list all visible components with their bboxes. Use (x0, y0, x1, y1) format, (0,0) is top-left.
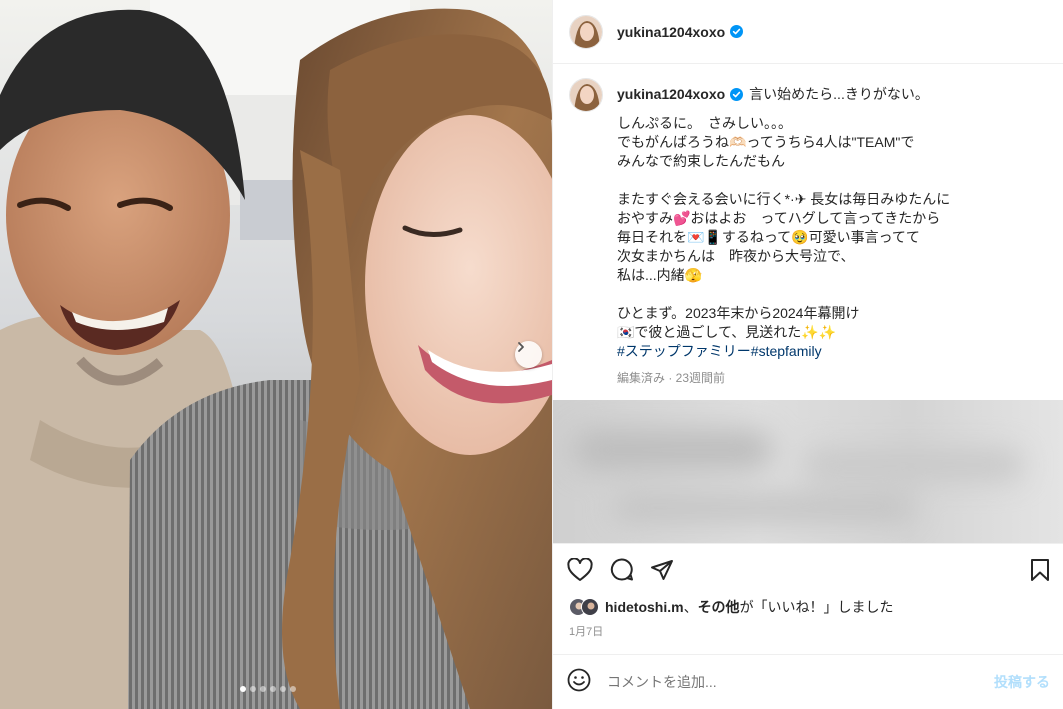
caption-section: yukina1204xoxo 言い始めたら...きりがない。 しんぷるに。 さみ… (553, 64, 1063, 400)
selfie-photo (0, 0, 552, 709)
caption-meta: 編集済み · 23週間前 (617, 371, 726, 385)
post-media[interactable] (0, 0, 552, 709)
verified-badge-icon (730, 88, 744, 101)
chevron-right-icon (518, 342, 524, 352)
action-bar (553, 543, 1063, 595)
blurred-comments (553, 400, 1063, 543)
liker-avatar (581, 598, 599, 616)
post-comment-button[interactable]: 投稿する (994, 672, 1050, 692)
carousel-dot (240, 686, 246, 692)
smiley-icon (567, 668, 591, 691)
comment-input[interactable] (607, 674, 967, 690)
likes-separator: 、 (683, 599, 698, 615)
profile-photo (570, 15, 602, 48)
bookmark-icon (1031, 558, 1049, 581)
like-button[interactable] (567, 557, 593, 582)
carousel-dot (280, 686, 286, 692)
profile-photo (570, 79, 602, 111)
caption-avatar[interactable] (569, 78, 603, 112)
comment-icon (610, 558, 633, 581)
post-detail-panel: yukina1204xoxo yukina1204xoxo 言い始めたら...き… (552, 0, 1063, 709)
post-date[interactable]: 1月7日 (569, 623, 603, 639)
heart-icon (567, 557, 593, 581)
next-slide-button[interactable] (515, 341, 542, 368)
carousel-dot (250, 686, 256, 692)
save-button[interactable] (1030, 558, 1050, 582)
avatar[interactable] (569, 14, 603, 49)
caption-username[interactable]: yukina1204xoxo (617, 85, 725, 104)
post-header: yukina1204xoxo (553, 0, 1063, 64)
share-button[interactable] (650, 558, 674, 582)
likes-summary: hidetoshi.m、その他が「いいね！」しました (569, 597, 894, 617)
send-icon (651, 559, 673, 580)
carousel-indicator (240, 686, 296, 692)
carousel-dot (290, 686, 296, 692)
liker-username[interactable]: hidetoshi.m (605, 599, 684, 615)
verified-badge-icon (730, 25, 744, 38)
caption-hashtags[interactable]: #ステップファミリー#stepfamily (617, 342, 1047, 361)
emoji-button[interactable] (567, 668, 591, 697)
comment-bar: 投稿する (553, 654, 1063, 709)
caption-text: しんぷるに。 さみしい。。。 でもがんばろうね🫶🏻ってうちら4人は"TEAM"で… (617, 115, 951, 340)
carousel-dot (260, 686, 266, 692)
comment-button[interactable] (609, 557, 634, 582)
likes-suffix: が「いいね！」しました (739, 599, 894, 615)
carousel-dot (270, 686, 276, 692)
likes-others-link[interactable]: その他 (698, 599, 740, 615)
caption-first-line: 言い始めたら...きりがない。 (749, 86, 929, 102)
header-username[interactable]: yukina1204xoxo (617, 24, 725, 40)
